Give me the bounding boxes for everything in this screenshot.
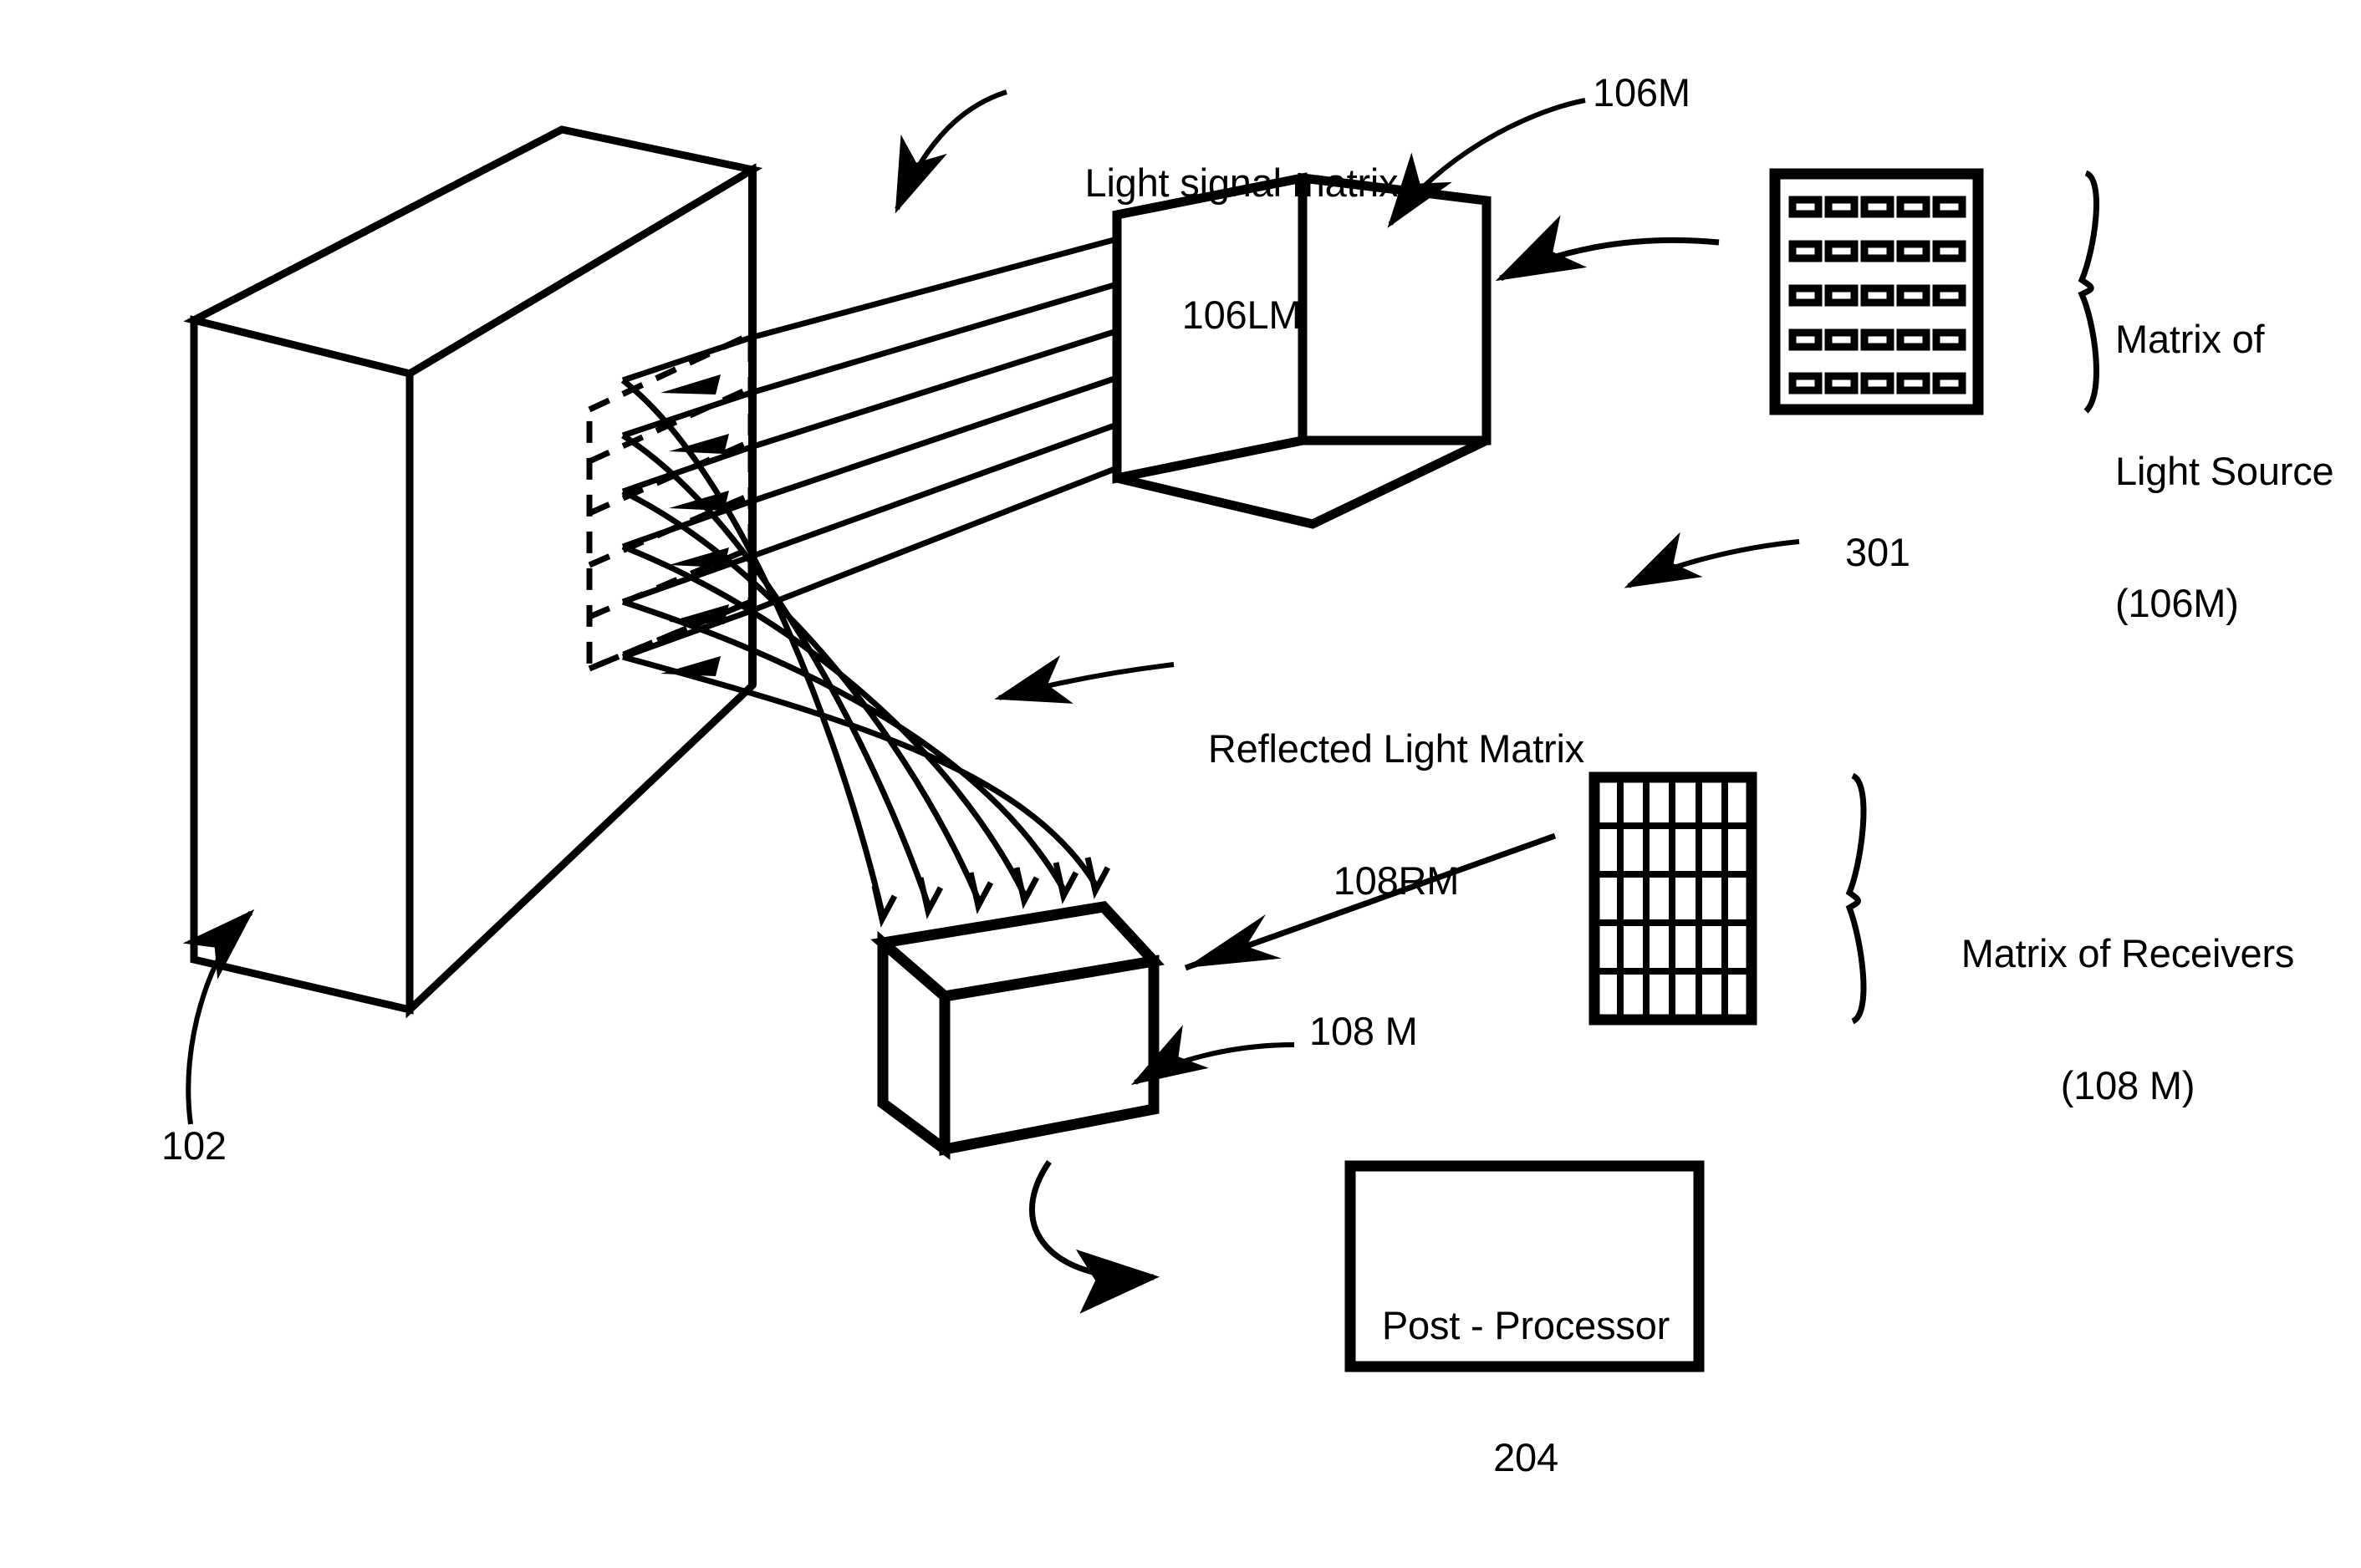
label-reflected-light-matrix-line1: Reflected Light Matrix (1207, 726, 1585, 771)
label-matrix-of-light-source-line2: Light Source (2115, 449, 2334, 494)
label-light-signal-matrix-line1: Light signal matrix (1084, 160, 1399, 206)
label-light-signal-matrix-ref: 106LM (1181, 293, 1302, 338)
label-matrix-of-light-source-line1: Matrix of (2115, 317, 2265, 362)
label-108M-ref: 108 M (1309, 1009, 1418, 1053)
label-matrix-of-light-source-line3: (106M) (2115, 581, 2239, 625)
leader-106LM (895, 89, 1007, 214)
label-matrix-of-receivers-line2: (108 M) (2060, 1063, 2195, 1108)
leader-301 (1624, 532, 1800, 588)
label-light-signal-matrix: Light signal matrix 106LM (1049, 74, 1434, 425)
receiver-brace (1845, 772, 1867, 1025)
label-reflected-light-matrix-ref: 108RM (1333, 858, 1460, 904)
receiver-matrix-panel (1588, 771, 1867, 1026)
label-post-processor: Post - Processor 204 (1363, 1216, 1689, 1568)
light-source-matrix-panel (1769, 168, 2099, 415)
receiver-cube-108M (870, 901, 1165, 1160)
light-source-brace (2078, 170, 2099, 414)
label-post-processor-line1: Post - Processor (1381, 1303, 1670, 1348)
figure-root: Light signal matrix 106LM 106M Matrix of… (0, 0, 2361, 1479)
label-matrix-of-receivers: Matrix of Receivers (108 M) (1948, 844, 2307, 1196)
receiver-to-post-processor-arrow (1029, 1160, 1160, 1314)
leader-108RM (994, 654, 1175, 704)
receiver-grid-lines (1594, 777, 1752, 1020)
label-matrix-of-receivers-line1: Matrix of Receivers (1961, 931, 2295, 976)
label-matrix-of-light-source: Matrix of Light Source (106M) (2115, 230, 2361, 714)
light-source-panel-to-cube-arrow (1495, 215, 1720, 282)
label-102-ref: 102 (161, 1123, 227, 1168)
label-post-processor-line2: 204 (1493, 1435, 1558, 1480)
label-301-ref: 301 (1845, 530, 1910, 574)
label-reflected-light-matrix: Reflected Light Matrix 108RM (1187, 639, 1605, 991)
label-106M-ref: 106M (1593, 70, 1690, 115)
target-block-left-face (190, 315, 414, 1015)
